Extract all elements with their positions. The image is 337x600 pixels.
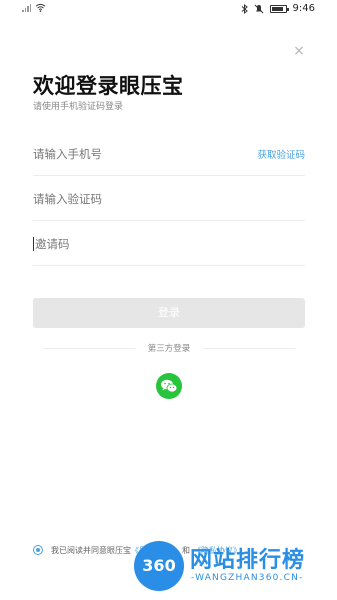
login-screen: 9:46 × 欢迎登录眼压宝 请使用手机验证码登录 获取验证码 登录 第三方登录 [0, 0, 337, 600]
signal-icon [22, 4, 31, 12]
battery-icon [269, 4, 289, 13]
battery-level [271, 6, 283, 11]
invite-field-row [33, 222, 305, 266]
wechat-login-button[interactable] [156, 373, 182, 399]
wechat-icon [161, 379, 178, 393]
watermark-logo: 360 [134, 541, 184, 591]
mute-icon [254, 4, 263, 13]
phone-field-row: 获取验证码 [33, 132, 305, 176]
invite-code-input[interactable] [33, 222, 233, 265]
status-time: 9:46 [292, 3, 315, 14]
agree-checkbox[interactable] [33, 545, 43, 555]
bluetooth-icon [241, 3, 248, 14]
close-icon[interactable]: × [292, 44, 306, 58]
watermark-title: 网站排行榜 [190, 548, 306, 573]
status-right: 9:46 [241, 3, 315, 14]
divider-line-right [203, 348, 295, 349]
page-subtitle: 请使用手机验证码登录 [33, 102, 124, 112]
phone-input[interactable] [33, 132, 233, 175]
watermark-subtitle: -WANGZHAN360.CN- [191, 573, 304, 583]
get-code-button[interactable]: 获取验证码 [257, 147, 305, 161]
wifi-icon [35, 3, 46, 12]
status-bar: 9:46 [0, 0, 337, 18]
code-field-row [33, 177, 305, 221]
verification-code-input[interactable] [33, 177, 233, 220]
third-party-divider: 第三方登录 [33, 341, 305, 355]
login-button[interactable]: 登录 [33, 298, 305, 328]
agreement-text: 我已阅读并同意眼压宝 [51, 545, 131, 555]
watermark: 360 网站排行榜 -WANGZHAN360.CN- [128, 538, 337, 600]
page-title: 欢迎登录眼压宝 [33, 74, 184, 98]
status-left [22, 3, 46, 12]
